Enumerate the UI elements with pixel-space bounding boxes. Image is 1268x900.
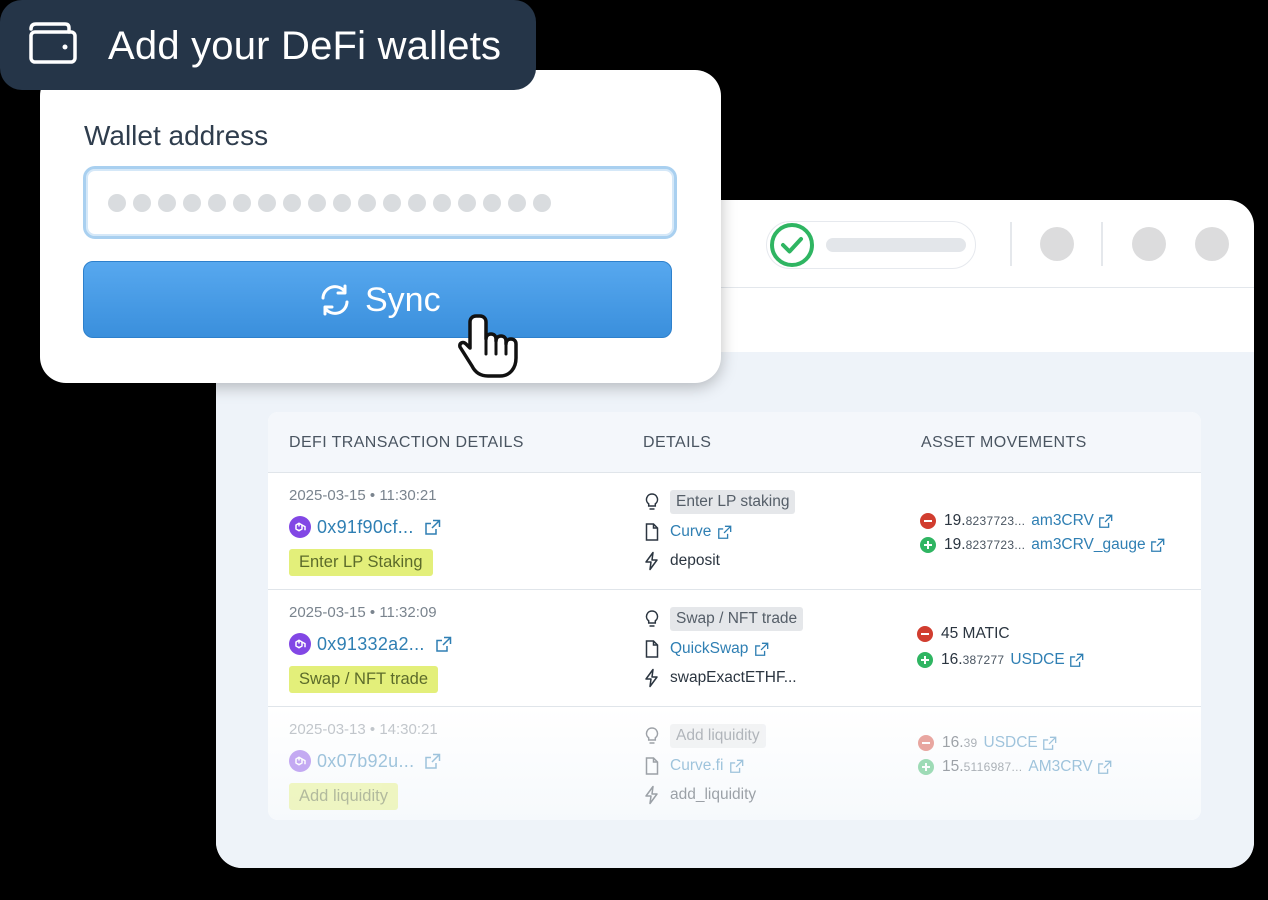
amount-decimals: 8237723... <box>965 538 1026 552</box>
check-circle-icon <box>770 223 814 267</box>
asset-movement-out: 45 MATIC <box>917 623 1010 645</box>
title-banner: Add your DeFi wallets <box>0 0 536 90</box>
protocol-link[interactable]: Curve <box>670 523 711 541</box>
wallet-address-label: Wallet address <box>84 120 269 151</box>
topbar-avatar-placeholder[interactable] <box>1040 227 1074 261</box>
amount-integer: 16. <box>942 734 964 751</box>
masked-value <box>108 194 551 212</box>
amount-value: 45 MATIC <box>941 625 1010 642</box>
plus-icon <box>920 537 936 553</box>
minus-icon <box>918 735 934 751</box>
asset-link[interactable]: AM3CRV <box>1028 758 1092 776</box>
lightbulb-icon <box>645 493 659 510</box>
external-link-icon[interactable] <box>754 642 769 657</box>
lightning-icon <box>645 785 658 805</box>
tx-type-tag: Enter LP Staking <box>289 549 433 576</box>
amount-integer: 19. <box>944 536 966 553</box>
document-icon <box>645 523 659 541</box>
protocol-link[interactable]: Curve.fi <box>670 757 723 775</box>
external-link-icon[interactable] <box>424 753 441 770</box>
external-link-icon[interactable] <box>435 636 452 653</box>
minus-icon <box>920 513 936 529</box>
amount-integer: 15. <box>942 758 964 775</box>
column-header: DETAILS <box>643 434 712 451</box>
external-link-icon[interactable] <box>1069 653 1084 668</box>
amount-integer: 19. <box>944 512 966 529</box>
status-placeholder-bar <box>826 238 966 252</box>
sync-button[interactable]: Sync <box>83 261 672 338</box>
external-link-icon[interactable] <box>717 525 732 540</box>
sync-button-label: Sync <box>365 281 441 319</box>
document-icon <box>645 757 659 775</box>
external-link-icon[interactable] <box>1042 736 1057 751</box>
table-row[interactable]: 2025-03-15 • 11:32:09 0x91332a2... Swap … <box>268 589 1201 706</box>
external-link-icon[interactable] <box>1098 514 1113 529</box>
table-row[interactable]: 2025-03-15 • 11:30:21 0x91f90cf... Enter… <box>268 472 1201 589</box>
asset-movement-in: 16. 387277 USDCE <box>917 649 1084 671</box>
external-link-icon[interactable] <box>729 759 744 774</box>
tx-date: 2025-03-15 • 11:32:09 <box>289 604 437 621</box>
table-header: DEFI TRANSACTION DETAILS DETAILS ASSET M… <box>268 412 1201 472</box>
page-title: Add your DeFi wallets <box>108 24 502 68</box>
wallet-address-input[interactable] <box>83 166 677 239</box>
asset-movement-out: 16. 39 USDCE <box>918 732 1057 754</box>
minus-icon <box>917 626 933 642</box>
column-header: ASSET MOVEMENTS <box>921 434 1087 451</box>
asset-link[interactable]: USDCE <box>984 734 1038 752</box>
asset-movement-in: 15. 5116987... AM3CRV <box>918 756 1112 778</box>
column-header: DEFI TRANSACTION DETAILS <box>289 434 524 451</box>
method-name: add_liquidity <box>670 786 757 803</box>
document-icon <box>645 640 659 658</box>
refresh-icon <box>321 284 349 316</box>
polygon-icon <box>289 750 311 772</box>
asset-movement-in: 19. 8237723... am3CRV_gauge <box>920 534 1165 556</box>
external-link-icon[interactable] <box>424 519 441 536</box>
table-row[interactable]: 2025-03-13 • 14:30:21 0x07b92u... Add li… <box>268 706 1201 820</box>
tx-type-tag: Add liquidity <box>289 783 398 810</box>
wallet-icon <box>29 22 77 64</box>
tx-hash-link[interactable]: 0x91332a2... <box>317 634 425 655</box>
lightbulb-icon <box>645 610 659 627</box>
tx-hash-link[interactable]: 0x07b92u... <box>317 751 414 772</box>
lightning-icon <box>645 551 658 571</box>
tx-hash-link[interactable]: 0x91f90cf... <box>317 517 414 538</box>
asset-link[interactable]: am3CRV <box>1031 512 1094 530</box>
method-name: deposit <box>670 552 720 569</box>
plus-icon <box>917 652 933 668</box>
amount-decimals: 5116987... <box>963 760 1023 774</box>
external-link-icon[interactable] <box>1097 760 1112 775</box>
asset-link[interactable]: USDCE <box>1010 651 1064 669</box>
lightning-icon <box>645 668 658 688</box>
topbar-avatar-placeholder[interactable] <box>1195 227 1229 261</box>
tx-date: 2025-03-15 • 11:30:21 <box>289 487 437 504</box>
method-name: swapExactETHF... <box>670 669 797 686</box>
amount-decimals: 39 <box>963 736 978 750</box>
amount-decimals: 387277 <box>962 653 1005 667</box>
topbar-divider <box>1010 222 1012 266</box>
polygon-icon <box>289 633 311 655</box>
plus-icon <box>918 759 934 775</box>
detail-action-chip: Enter LP staking <box>670 490 796 514</box>
lightbulb-icon <box>645 727 659 744</box>
external-link-icon[interactable] <box>1150 538 1165 553</box>
wallet-form-card: Wallet address Sync <box>40 70 721 383</box>
detail-action-chip: Swap / NFT trade <box>670 607 804 631</box>
amount-integer: 16. <box>941 651 963 668</box>
topbar-divider <box>1101 222 1103 266</box>
protocol-link[interactable]: QuickSwap <box>670 640 748 658</box>
asset-link[interactable]: am3CRV_gauge <box>1031 536 1145 554</box>
transactions-table: DEFI TRANSACTION DETAILS DETAILS ASSET M… <box>268 412 1201 820</box>
topbar-avatar-placeholder[interactable] <box>1132 227 1166 261</box>
tx-type-tag: Swap / NFT trade <box>289 666 438 693</box>
detail-action-chip: Add liquidity <box>670 724 766 748</box>
tx-date: 2025-03-13 • 14:30:21 <box>289 721 438 738</box>
amount-decimals: 8237723... <box>965 514 1026 528</box>
hand-pointer-icon <box>458 314 518 378</box>
polygon-icon <box>289 516 311 538</box>
asset-movement-out: 19. 8237723... am3CRV <box>920 510 1113 532</box>
